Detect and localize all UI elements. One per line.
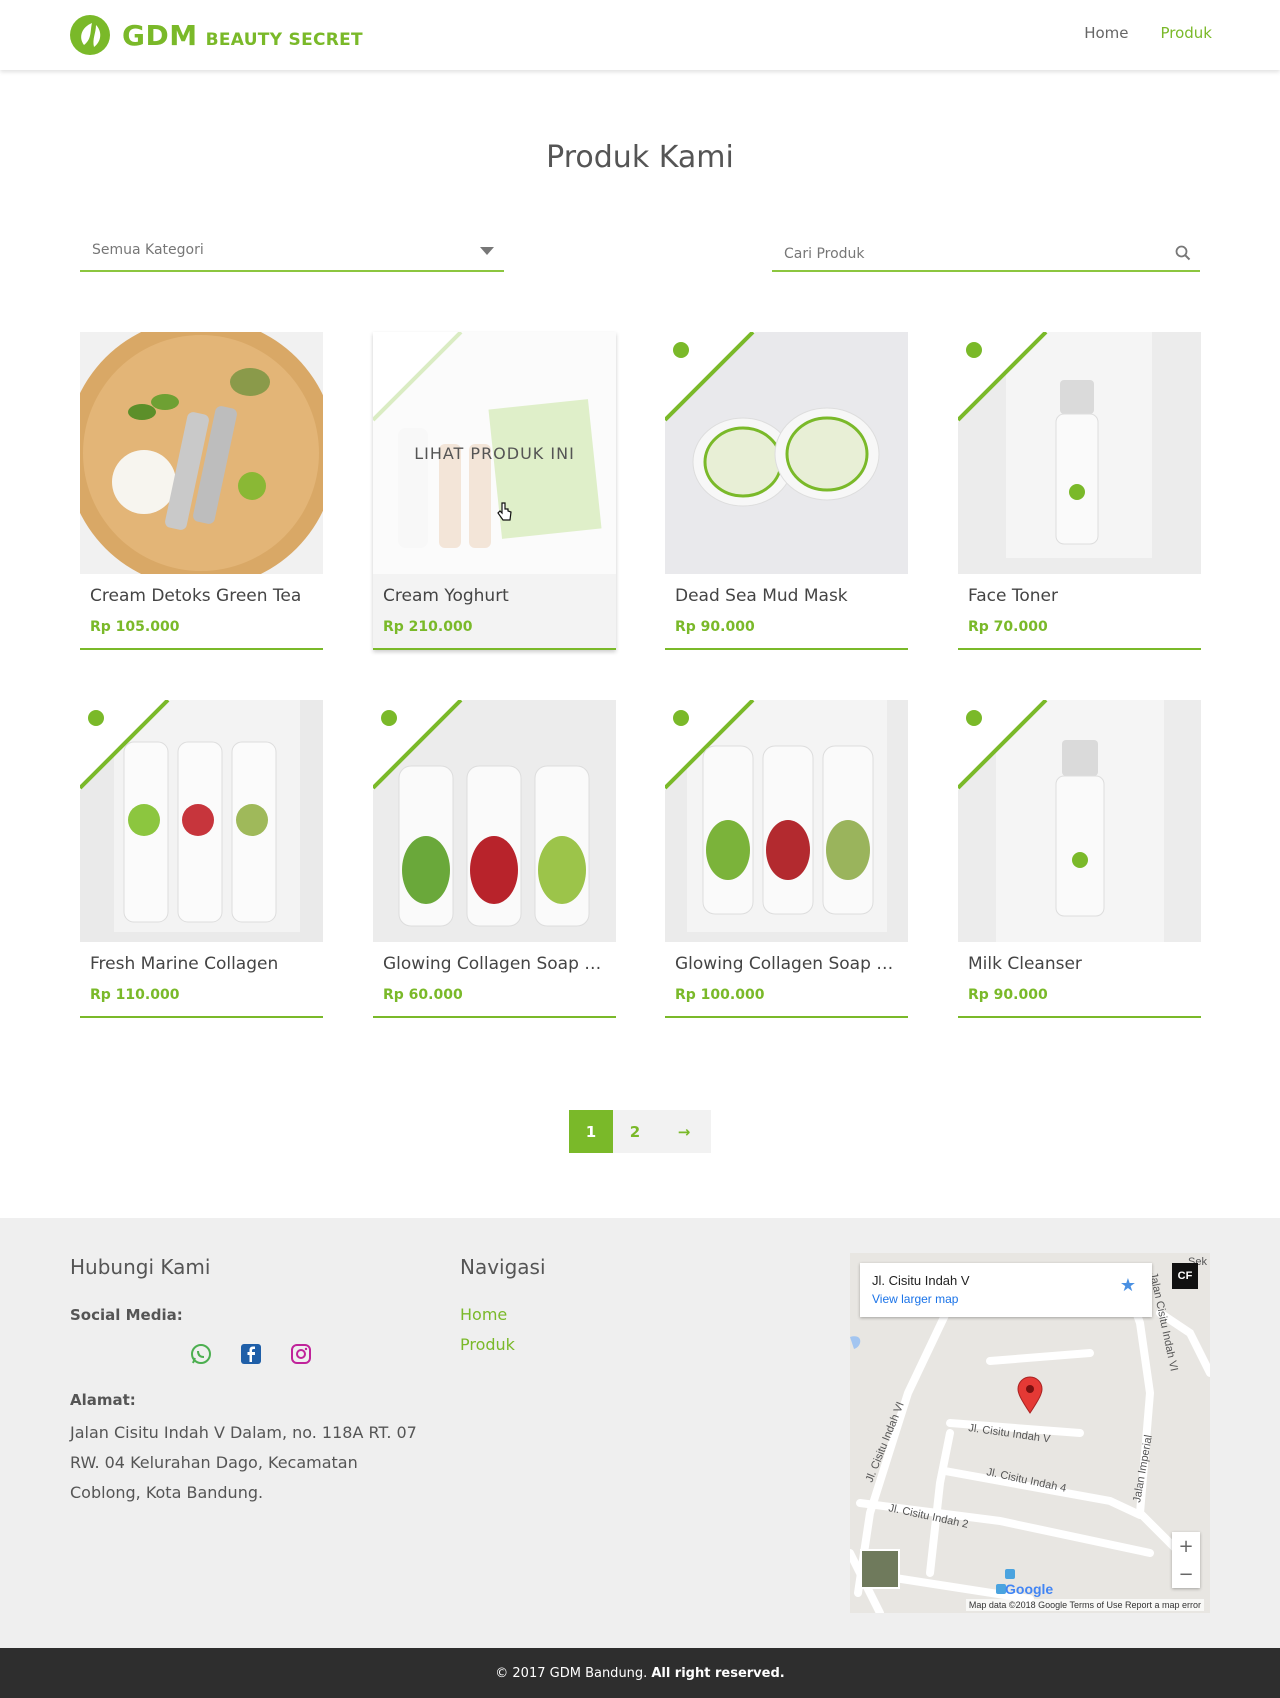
page-2-button[interactable]: 2 — [613, 1110, 657, 1153]
main-nav: Home Produk — [1084, 24, 1212, 42]
product-name[interactable]: Cream Yoghurt — [383, 586, 608, 606]
search-field — [772, 238, 1200, 272]
product-card[interactable]: Glowing Collagen Soap 25... Rp 100.000 — [665, 700, 908, 1018]
product-price: Rp 105.000 — [90, 619, 180, 635]
product-image[interactable] — [80, 332, 323, 574]
product-name[interactable]: Fresh Marine Collagen — [90, 954, 315, 974]
product-card[interactable]: Dead Sea Mud Mask Rp 90.000 — [665, 332, 908, 650]
pagination: 1 2 → — [569, 1110, 711, 1153]
product-image[interactable] — [80, 700, 323, 942]
social-media-label: Social Media: — [70, 1306, 183, 1324]
product-name[interactable]: Face Toner — [968, 586, 1193, 606]
footer-produk-link[interactable]: Produk — [460, 1335, 515, 1354]
product-price: Rp 110.000 — [90, 987, 180, 1003]
next-page-button[interactable]: → — [657, 1110, 711, 1153]
product-card[interactable]: Glowing Collagen Soap 10... Rp 60.000 — [373, 700, 616, 1018]
copyright-rights: All right reserved. — [651, 1665, 785, 1681]
product-image[interactable] — [373, 700, 616, 942]
nav-produk-link[interactable]: Produk — [1160, 24, 1212, 42]
view-product-overlay[interactable]: LIHAT PRODUK INI — [373, 332, 616, 574]
view-larger-map-link[interactable]: View larger map — [872, 1292, 958, 1306]
product-card[interactable]: Face Toner Rp 70.000 — [958, 332, 1201, 650]
zoom-out-button[interactable]: − — [1172, 1560, 1200, 1588]
social-links — [189, 1342, 313, 1366]
product-name[interactable]: Glowing Collagen Soap 25... — [675, 954, 900, 974]
facebook-icon[interactable] — [239, 1342, 263, 1366]
cf-badge: CF — [1172, 1263, 1198, 1289]
map-place-title: Jl. Cisitu Indah V — [872, 1273, 970, 1288]
map-info-card: Jl. Cisitu Indah V View larger map ★ — [860, 1263, 1152, 1317]
category-select-value: Semua Kategori — [92, 242, 204, 258]
brand-logo[interactable]: GDM BEAUTY SECRET — [70, 14, 363, 56]
search-input[interactable] — [772, 238, 1200, 270]
product-price: Rp 60.000 — [383, 987, 463, 1003]
instagram-icon[interactable] — [289, 1342, 313, 1366]
product-price: Rp 90.000 — [968, 987, 1048, 1003]
product-price: Rp 210.000 — [383, 619, 473, 635]
brand-main-text: GDM — [122, 18, 198, 52]
product-price: Rp 100.000 — [675, 987, 765, 1003]
product-card[interactable]: Milk Cleanser Rp 90.000 — [958, 700, 1201, 1018]
whatsapp-icon[interactable] — [189, 1342, 213, 1366]
page-title: Produk Kami — [546, 140, 734, 175]
product-card[interactable]: LIHAT PRODUK INI Cream Yoghurt Rp 210.00… — [373, 332, 616, 650]
product-image[interactable] — [958, 332, 1201, 574]
search-icon[interactable] — [1174, 244, 1192, 266]
star-icon[interactable]: ★ — [1120, 1275, 1136, 1296]
product-image[interactable] — [665, 332, 908, 574]
zoom-in-button[interactable]: + — [1172, 1532, 1200, 1560]
address-label: Alamat: — [70, 1391, 136, 1409]
map-attribution[interactable]: Map data ©2018 Google Terms of Use Repor… — [965, 1599, 1204, 1611]
product-image[interactable]: LIHAT PRODUK INI — [373, 332, 616, 574]
product-card[interactable]: Cream Detoks Green Tea Rp 105.000 — [80, 332, 323, 650]
brand-sub-text: BEAUTY SECRET — [205, 29, 363, 50]
copyright-text: © 2017 GDM Bandung. — [495, 1665, 648, 1681]
product-name[interactable]: Dead Sea Mud Mask — [675, 586, 900, 606]
google-map[interactable]: Jl. Cisitu Indah V Jl. Cisitu Indah 4 Jl… — [850, 1253, 1210, 1613]
leaf-logo-icon — [70, 15, 110, 55]
nav-home-link[interactable]: Home — [1084, 24, 1128, 42]
category-select[interactable]: Semua Kategori — [80, 238, 504, 272]
product-name[interactable]: Milk Cleanser — [968, 954, 1193, 974]
product-image[interactable] — [958, 700, 1201, 942]
site-header: GDM BEAUTY SECRET Home Produk — [0, 0, 1280, 70]
copyright-bar: © 2017 GDM Bandung. All right reserved. — [0, 1648, 1280, 1698]
page-1-button[interactable]: 1 — [569, 1110, 613, 1153]
contact-title: Hubungi Kami — [70, 1255, 211, 1279]
hand-cursor-icon — [497, 502, 513, 526]
footer-home-link[interactable]: Home — [460, 1305, 507, 1324]
product-name[interactable]: Glowing Collagen Soap 10... — [383, 954, 608, 974]
product-price: Rp 90.000 — [675, 619, 755, 635]
product-name[interactable]: Cream Detoks Green Tea — [90, 586, 315, 606]
navigation-title: Navigasi — [460, 1255, 546, 1279]
satellite-toggle[interactable] — [860, 1549, 900, 1589]
address-text: Jalan Cisitu Indah V Dalam, no. 118A RT.… — [70, 1423, 417, 1502]
chevron-down-icon — [480, 247, 494, 255]
product-card[interactable]: Fresh Marine Collagen Rp 110.000 — [80, 700, 323, 1018]
product-price: Rp 70.000 — [968, 619, 1048, 635]
google-logo: Google — [1005, 1581, 1054, 1597]
product-image[interactable] — [665, 700, 908, 942]
zoom-controls: + − — [1172, 1532, 1200, 1588]
view-product-label[interactable]: LIHAT PRODUK INI — [414, 444, 575, 463]
